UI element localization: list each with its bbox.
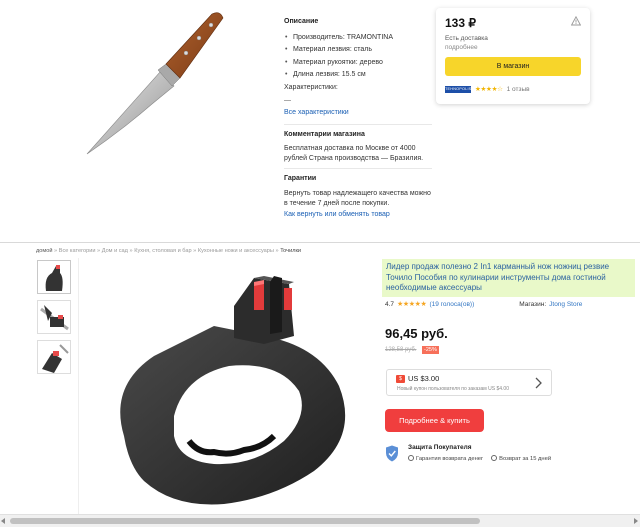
protection-item-label: Гарантия возврата денег bbox=[416, 456, 484, 462]
knife-product-image[interactable] bbox=[82, 8, 232, 158]
check-circle-icon bbox=[491, 455, 498, 461]
thumbnail-list bbox=[37, 260, 73, 380]
reviews-link[interactable]: (19 голоса(ов)) bbox=[429, 301, 474, 308]
breadcrumb-separator: » bbox=[193, 248, 197, 254]
shop-comment-text: Бесплатная доставка по Москве от 4000 ру… bbox=[284, 145, 424, 163]
offer-card: 133 ₽ Есть доставка подробнее В магазин … bbox=[436, 8, 590, 104]
store-label: Магазин: bbox=[519, 300, 547, 308]
return-policy-link[interactable]: Как вернуть или обменять товар bbox=[284, 209, 434, 220]
breadcrumb-item[interactable]: Кухонные ножи и аксессуары bbox=[198, 248, 274, 254]
breadcrumb-item[interactable]: Дом и сад bbox=[102, 248, 128, 254]
guarantee-text: Вернуть товар надлежащего качества можно… bbox=[284, 189, 431, 207]
protection-item-label: Возврат за 15 дней bbox=[499, 456, 552, 462]
thumbnail-separator bbox=[78, 258, 79, 520]
scroll-right-icon[interactable] bbox=[634, 518, 638, 524]
offer-price: 133 ₽ bbox=[445, 16, 476, 30]
thumbnail-3[interactable] bbox=[37, 340, 71, 374]
shop-rating: TEHNOPOLIS ★★★★☆ 1 отзыв bbox=[445, 84, 530, 94]
shop-comment-heading: Комментарии магазина bbox=[284, 130, 365, 138]
breadcrumb-separator: » bbox=[129, 248, 133, 254]
buy-button[interactable]: Подробнее & купить bbox=[385, 409, 484, 432]
store-link[interactable]: Jtong Store bbox=[549, 301, 582, 308]
spec-list: Производитель: TRAMONTINA Материал лезви… bbox=[284, 32, 434, 82]
characteristics-label: Характеристики: bbox=[284, 83, 338, 91]
product-title: Лидер продаж полезно 2 In1 карманный нож… bbox=[382, 259, 635, 297]
section-divider bbox=[284, 123, 432, 125]
old-price: 128,58 руб. bbox=[385, 347, 417, 353]
star-icon: ★★★★★ bbox=[397, 301, 427, 308]
details-link[interactable]: подробнее bbox=[445, 44, 581, 51]
breadcrumb-item[interactable]: Кухня, столовая и бар bbox=[134, 248, 191, 254]
scrollbar-thumb[interactable] bbox=[10, 518, 480, 524]
protection-items: Гарантия возврата денег Возврат за 15 дн… bbox=[408, 455, 551, 462]
product-description: Описание Производитель: TRAMONTINA Матер… bbox=[284, 16, 434, 220]
horizontal-scrollbar[interactable] bbox=[0, 514, 640, 527]
scroll-left-icon[interactable] bbox=[1, 518, 5, 524]
panel-divider bbox=[0, 242, 640, 243]
discount-badge: -25% bbox=[422, 346, 439, 354]
thumbnail-2[interactable] bbox=[37, 300, 71, 334]
breadcrumb-separator: » bbox=[54, 248, 58, 254]
thumbnail-1[interactable] bbox=[37, 260, 71, 294]
rating-line: 4.7 ★★★★★ (19 голоса(ов)) Магазин: Jtong… bbox=[385, 300, 582, 309]
breadcrumb-separator: » bbox=[275, 248, 279, 254]
protection-title: Защита Покупателя bbox=[408, 444, 472, 451]
guarantee-heading: Гарантии bbox=[284, 175, 317, 183]
warning-icon[interactable] bbox=[571, 16, 581, 26]
star-icon: ★★★★☆ bbox=[475, 86, 503, 93]
protection-item: Гарантия возврата денег bbox=[408, 455, 483, 462]
shield-icon bbox=[386, 445, 398, 462]
breadcrumb-current: Точилки bbox=[280, 248, 302, 254]
coupon-note: Новый купон пользователя по заказам US $… bbox=[397, 386, 509, 392]
coupon-amount: US $3.00 bbox=[408, 374, 440, 383]
characteristics-dash: — bbox=[284, 96, 291, 104]
reviews-link[interactable]: 1 отзыв bbox=[507, 86, 530, 93]
buyer-protection: Защита Покупателя Гарантия возврата дене… bbox=[385, 443, 635, 469]
all-characteristics-link[interactable]: Все характеристики bbox=[284, 107, 434, 120]
delivery-status: Есть доставка bbox=[445, 35, 488, 42]
sharpener-main-image[interactable] bbox=[104, 266, 364, 516]
spec-item: Материал лезвия: сталь bbox=[284, 44, 434, 57]
chevron-right-icon[interactable] bbox=[533, 377, 543, 389]
breadcrumb-home[interactable]: домой bbox=[36, 248, 52, 254]
spec-item: Длина лезвия: 15.5 см bbox=[284, 69, 434, 82]
description-heading: Описание bbox=[284, 18, 319, 25]
coupon-box[interactable]: $ US $3.00 Новый купон пользователя по з… bbox=[386, 369, 552, 396]
spec-item: Производитель: TRAMONTINA bbox=[284, 32, 434, 45]
shop-logo[interactable]: TEHNOPOLIS bbox=[445, 85, 471, 93]
protection-item: Возврат за 15 дней bbox=[491, 455, 551, 462]
aliexpress-product-panel: домой » Все категории » Дом и сад » Кухн… bbox=[0, 244, 640, 527]
check-circle-icon bbox=[408, 455, 414, 461]
spec-item: Материал рукоятки: дерево bbox=[284, 57, 434, 70]
coupon-tag-icon: $ bbox=[396, 375, 405, 383]
rating-value: 4.7 bbox=[385, 300, 395, 308]
breadcrumb: домой » Все категории » Дом и сад » Кухн… bbox=[36, 248, 301, 254]
breadcrumb-item[interactable]: Все категории bbox=[59, 248, 96, 254]
go-to-shop-button[interactable]: В магазин bbox=[445, 57, 581, 76]
market-listing-panel: Описание Производитель: TRAMONTINA Матер… bbox=[0, 0, 640, 240]
section-divider bbox=[284, 168, 432, 170]
breadcrumb-separator: » bbox=[97, 248, 101, 254]
current-price: 96,45 руб. bbox=[385, 326, 448, 341]
